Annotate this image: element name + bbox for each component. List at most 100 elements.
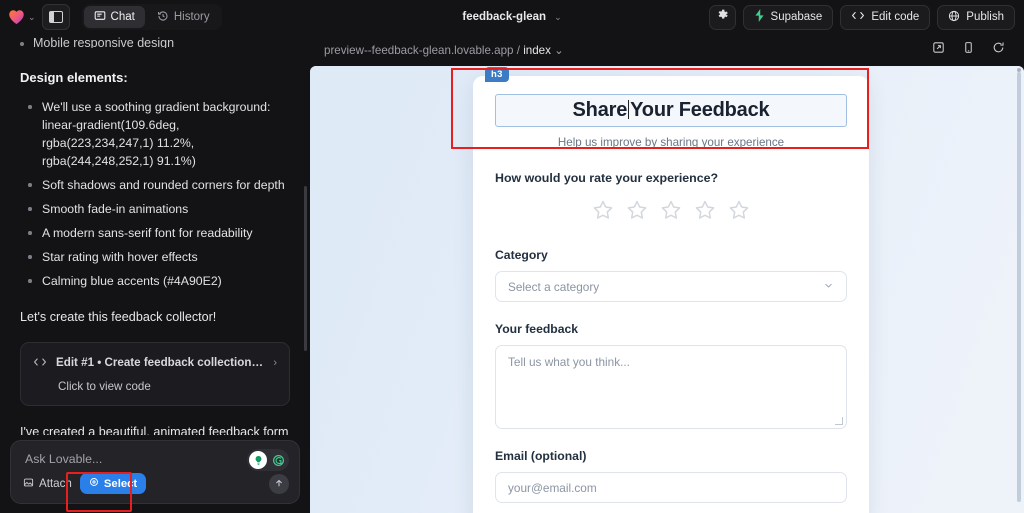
composer-mode-toggle [247, 449, 289, 471]
code-edit-card[interactable]: Edit #1 • Create feedback collection we.… [20, 342, 290, 406]
open-external-button[interactable] [930, 42, 946, 58]
list-item: Calming blue accents (#4A90E2) [20, 272, 290, 290]
logo-chevron-down-icon: ⌄ [28, 13, 36, 22]
url-host: preview--feedback-glean.lovable.app [324, 44, 513, 57]
top-toolbar: ⌄ Chat [0, 0, 1024, 34]
publish-button[interactable]: Publish [937, 5, 1015, 30]
feedback-textarea[interactable]: Tell us what you think... [495, 345, 847, 429]
refresh-button[interactable] [990, 42, 1006, 58]
category-select[interactable]: Select a category [495, 271, 847, 302]
preview-actions [930, 42, 1014, 58]
send-button[interactable] [269, 474, 289, 494]
chat-panel: Mobile responsive design Design elements… [0, 34, 310, 513]
star-icon[interactable] [694, 199, 716, 226]
preview-url-bar: preview--feedback-glean.lovable.app / in… [310, 34, 1024, 66]
preview-panel: preview--feedback-glean.lovable.app / in… [310, 34, 1024, 513]
feedback-label: Your feedback [495, 322, 847, 336]
history-icon [157, 10, 169, 25]
project-name: feedback-glean [462, 11, 546, 23]
settings-button[interactable] [709, 5, 736, 30]
toolbar-left-group: ⌄ Chat [0, 4, 222, 30]
code-brackets-icon [851, 10, 865, 24]
star-icon[interactable] [626, 199, 648, 226]
feedback-form-card: h3 ShareYour Feedback Help us improve by… [473, 76, 869, 513]
panel-left-icon [49, 11, 63, 23]
cut-off-bullet-line: Mobile responsive design [20, 34, 290, 48]
code-brackets-icon [33, 354, 47, 372]
chevron-right-icon: › [273, 357, 277, 369]
preview-scrollbar[interactable] [1017, 72, 1021, 502]
star-icon[interactable] [592, 199, 614, 226]
form-title-editable[interactable]: ShareYour Feedback [495, 94, 847, 127]
chevron-down-icon [823, 280, 834, 294]
rendered-page: h3 ShareYour Feedback Help us improve by… [310, 66, 1024, 513]
toolbar-right-group: Supabase Edit code Publish [709, 5, 1024, 30]
mobile-device-icon [962, 41, 975, 59]
supabase-label: Supabase [771, 11, 823, 23]
tab-history-label: History [174, 11, 210, 23]
chat-icon [94, 10, 106, 25]
sidebar-toggle-button[interactable] [42, 4, 70, 30]
code-card-title: Edit #1 • Create feedback collection we.… [56, 356, 264, 369]
list-item: We'll use a soothing gradient background… [20, 98, 290, 170]
tab-history[interactable]: History [147, 6, 220, 28]
lovable-app-window: ⌄ Chat [0, 0, 1024, 513]
select-button[interactable]: Select [80, 473, 146, 494]
globe-icon [948, 10, 960, 25]
code-card-header: Edit #1 • Create feedback collection we.… [33, 354, 277, 372]
chat-message-list: Mobile responsive design Design elements… [0, 34, 310, 435]
text-cursor [628, 100, 629, 119]
attach-label: Attach [39, 477, 72, 490]
star-rating[interactable] [495, 199, 847, 226]
g-circle-icon[interactable] [269, 451, 287, 469]
preview-url[interactable]: preview--feedback-glean.lovable.app / in… [324, 43, 564, 57]
category-placeholder: Select a category [508, 280, 599, 294]
rating-group: How would you rate your experience? [495, 171, 847, 226]
supabase-button[interactable]: Supabase [743, 5, 834, 30]
star-icon[interactable] [660, 199, 682, 226]
star-icon[interactable] [728, 199, 750, 226]
composer-actions: Attach Select [23, 473, 289, 494]
element-type-badge: h3 [485, 67, 509, 82]
list-item: Star rating with hover effects [20, 248, 290, 266]
open-external-icon [932, 41, 945, 59]
tab-chat[interactable]: Chat [84, 6, 145, 28]
project-selector[interactable]: feedback-glean ⌄ [462, 11, 561, 23]
design-elements-list: We'll use a soothing gradient background… [20, 98, 290, 290]
gear-icon [716, 8, 729, 26]
design-elements-heading: Design elements: [20, 70, 290, 85]
list-item: Smooth fade-in animations [20, 200, 290, 218]
form-title-part2: Your Feedback [630, 99, 769, 121]
url-separator: / [517, 44, 520, 57]
preview-stage: h3 ShareYour Feedback Help us improve by… [310, 66, 1024, 513]
attach-button[interactable]: Attach [23, 477, 72, 491]
mobile-preview-button[interactable] [960, 42, 976, 58]
tab-chat-label: Chat [111, 11, 135, 23]
list-item: Soft shadows and rounded corners for dep… [20, 176, 290, 194]
feedback-group: Your feedback Tell us what you think... [495, 322, 847, 429]
chat-input-placeholder[interactable]: Ask Lovable... [25, 452, 102, 466]
code-card-subtitle: Click to view code [33, 380, 277, 393]
lovable-heart-icon [8, 9, 25, 25]
edit-code-label: Edit code [871, 11, 919, 23]
form-title-part1: Share [573, 99, 628, 121]
chat-scrollbar[interactable] [304, 186, 307, 351]
lovable-logo-menu[interactable]: ⌄ [8, 9, 36, 25]
image-attach-icon [23, 477, 34, 491]
email-placeholder: your@email.com [508, 481, 597, 495]
view-tab-group: Chat History [82, 4, 222, 30]
lightbulb-icon[interactable] [249, 451, 267, 469]
feedback-placeholder: Tell us what you think... [508, 355, 630, 369]
edit-code-button[interactable]: Edit code [840, 5, 930, 30]
email-label: Email (optional) [495, 449, 847, 463]
category-group: Category Select a category [495, 248, 847, 302]
url-page: index [523, 44, 551, 57]
project-chevron-down-icon: ⌄ [554, 13, 562, 22]
form-subtitle: Help us improve by sharing your experien… [495, 136, 847, 149]
email-group: Email (optional) your@email.com [495, 449, 847, 503]
email-input[interactable]: your@email.com [495, 472, 847, 503]
select-label: Select [104, 478, 137, 490]
main-body: Mobile responsive design Design elements… [0, 34, 1024, 513]
assistant-response: I've created a beautiful, animated feedb… [20, 423, 290, 436]
rating-question: How would you rate your experience? [495, 171, 847, 185]
